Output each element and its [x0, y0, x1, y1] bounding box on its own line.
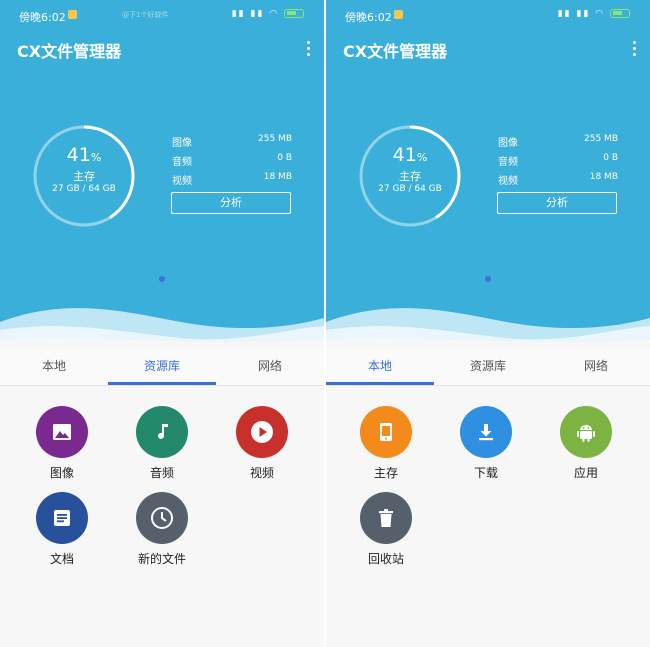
- tile-label: 应用: [573, 466, 598, 480]
- signal-icon: ▮▮ ▮▮ ◠: [231, 9, 280, 19]
- status-time: 傍晚6:02: [345, 11, 392, 24]
- stat-label: 图像: [498, 138, 518, 149]
- storage-percent: 41%: [392, 144, 428, 166]
- stat-value: 0 B: [277, 153, 292, 163]
- more-menu-icon[interactable]: [630, 38, 638, 59]
- tile-label: 回收站: [367, 552, 404, 566]
- stat-label: 视频: [172, 176, 192, 187]
- notification-icon: [394, 10, 403, 19]
- tile-downloads[interactable]: 下载: [446, 406, 526, 481]
- stat-value: 255 MB: [584, 134, 618, 144]
- storage-header: 傍晚6:02 @下1个好软件 ▮▮ ▮▮ ◠ CX文件管理器 41% 主存 27…: [0, 0, 324, 345]
- music-note-icon: [136, 406, 188, 458]
- clock-icon: [136, 492, 188, 544]
- page-indicator: [159, 276, 165, 282]
- tab-network[interactable]: 网络: [216, 348, 324, 385]
- tile-video[interactable]: 视频: [222, 406, 302, 481]
- phone-screen-library: 傍晚6:02 @下1个好软件 ▮▮ ▮▮ ◠ CX文件管理器 41% 主存 27…: [0, 0, 324, 647]
- document-icon: [36, 492, 88, 544]
- tab-library[interactable]: 资源库: [108, 348, 216, 385]
- analyze-button[interactable]: 分析: [497, 192, 617, 214]
- signal-wifi-icons: ▮▮ ▮▮ ◠: [558, 9, 630, 19]
- play-icon: [236, 406, 288, 458]
- tablet-icon: [360, 406, 412, 458]
- storage-percent: 41%: [66, 144, 102, 166]
- tile-label: 下载: [473, 466, 498, 480]
- tile-label: 视频: [249, 466, 274, 480]
- phone-screen-local: 傍晚6:02 ▮▮ ▮▮ ◠ CX文件管理器 41% 主存 27 GB / 64…: [326, 0, 650, 647]
- tab-bar: 本地 资源库 网络: [326, 348, 650, 386]
- analyze-button[interactable]: 分析: [171, 192, 291, 214]
- tile-label: 音频: [149, 466, 174, 480]
- stat-value: 18 MB: [589, 172, 618, 182]
- tab-library[interactable]: 资源库: [434, 348, 542, 385]
- tile-label: 图像: [49, 466, 74, 480]
- tile-main-storage[interactable]: 主存: [346, 406, 426, 481]
- battery-icon: [610, 9, 630, 18]
- stat-value: 255 MB: [258, 134, 292, 144]
- tile-recent-files[interactable]: 新的文件: [122, 492, 202, 567]
- storage-size: 27 GB / 64 GB: [52, 184, 116, 194]
- tab-network[interactable]: 网络: [542, 348, 650, 385]
- stat-label: 视频: [498, 176, 518, 187]
- tab-local[interactable]: 本地: [326, 348, 434, 385]
- app-comparison: 傍晚6:02 @下1个好软件 ▮▮ ▮▮ ◠ CX文件管理器 41% 主存 27…: [0, 0, 650, 647]
- tile-label: 主存: [373, 466, 398, 480]
- storage-name: 主存: [73, 170, 95, 183]
- watermark-text: @下1个好软件: [122, 11, 169, 19]
- battery-icon: [284, 9, 304, 18]
- stat-value: 0 B: [603, 153, 618, 163]
- wave-decoration: [0, 308, 324, 345]
- tile-label: 文档: [49, 552, 74, 566]
- storage-header: 傍晚6:02 ▮▮ ▮▮ ◠ CX文件管理器 41% 主存 27 GB / 64…: [326, 0, 650, 345]
- tab-local[interactable]: 本地: [0, 348, 108, 385]
- tile-documents[interactable]: 文档: [22, 492, 102, 567]
- stat-label: 音频: [172, 157, 192, 168]
- stat-value: 18 MB: [263, 172, 292, 182]
- image-icon: [36, 406, 88, 458]
- stat-label: 图像: [172, 138, 192, 149]
- page-indicator: [485, 276, 491, 282]
- status-bar: 傍晚6:02 ▮▮ ▮▮ ◠: [326, 0, 650, 30]
- notification-icon: [68, 10, 77, 19]
- status-bar: 傍晚6:02 @下1个好软件 ▮▮ ▮▮ ◠: [0, 0, 324, 30]
- wave-decoration: [326, 308, 650, 345]
- more-menu-icon[interactable]: [304, 38, 312, 59]
- app-title: CX文件管理器: [17, 42, 122, 61]
- storage-name: 主存: [399, 170, 421, 183]
- android-icon: [560, 406, 612, 458]
- signal-icon: ▮▮ ▮▮ ◠: [557, 9, 606, 19]
- app-title: CX文件管理器: [343, 42, 448, 61]
- tile-audio[interactable]: 音频: [122, 406, 202, 481]
- status-time: 傍晚6:02: [19, 11, 66, 24]
- tab-bar: 本地 资源库 网络: [0, 348, 324, 386]
- storage-size: 27 GB / 64 GB: [378, 184, 442, 194]
- tile-recycle-bin[interactable]: 回收站: [346, 492, 426, 567]
- signal-wifi-icons: ▮▮ ▮▮ ◠: [232, 9, 304, 19]
- tile-label: 新的文件: [137, 552, 186, 566]
- stat-label: 音频: [498, 157, 518, 168]
- download-icon: [460, 406, 512, 458]
- tile-images[interactable]: 图像: [22, 406, 102, 481]
- tile-apps[interactable]: 应用: [546, 406, 626, 481]
- trash-icon: [360, 492, 412, 544]
